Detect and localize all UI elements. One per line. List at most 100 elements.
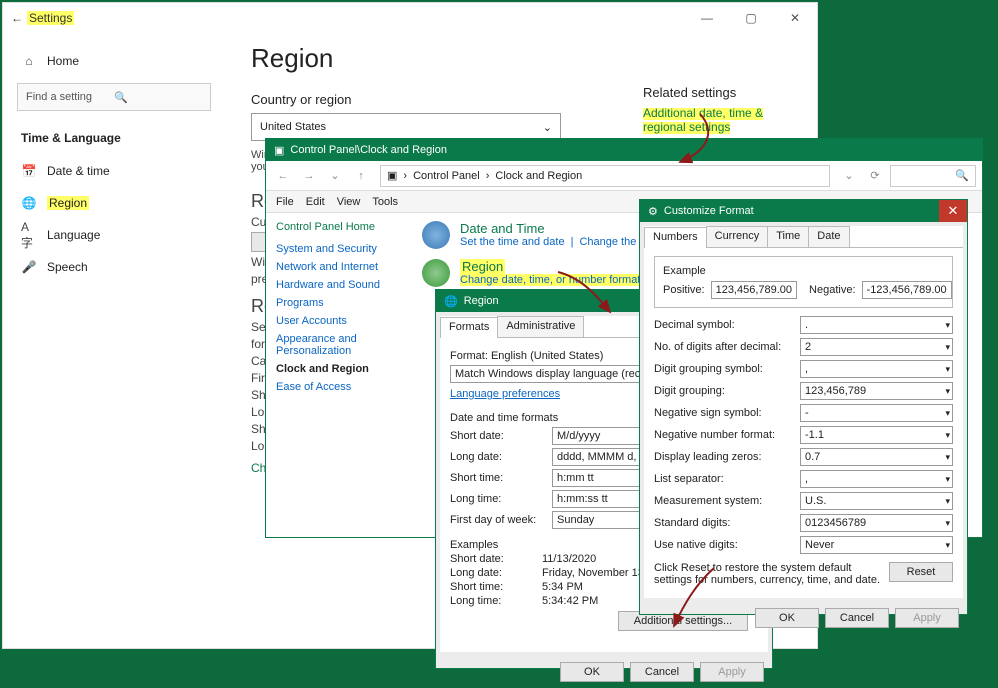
region-cancel-button[interactable]: Cancel [630, 662, 694, 682]
folder-icon: ▣ [274, 144, 284, 157]
gear-icon: ⚙ [648, 205, 658, 218]
cp-title-text: Control Panel\Clock and Region [290, 144, 447, 156]
fmt-ok-button[interactable]: OK [755, 608, 819, 628]
tab-formats[interactable]: Formats [440, 317, 498, 338]
clock-icon [422, 221, 450, 249]
chevron-down-icon: ⌄ [543, 121, 552, 134]
calendar-icon: 📅 [21, 163, 37, 179]
back-button[interactable]: ← [272, 165, 294, 187]
measurement-select[interactable]: U.S.▾ [800, 492, 953, 510]
up-button[interactable]: ↑ [350, 165, 372, 187]
menu-edit[interactable]: Edit [306, 196, 325, 208]
nav-label: Speech [47, 260, 88, 274]
cp-search[interactable]: 🔍 [890, 165, 976, 187]
search-icon: 🔍 [114, 91, 202, 104]
standard-digits-select[interactable]: 0123456789▾ [800, 514, 953, 532]
nav-label: Language [47, 228, 100, 242]
fmt-tabs: Numbers Currency Time Date [644, 226, 963, 248]
lang-pref-link[interactable]: Language preferences [450, 388, 560, 400]
dropdown-chevron[interactable]: ⌄ [838, 165, 860, 187]
section-head: Time & Language [17, 125, 211, 155]
forward-button[interactable]: → [298, 165, 320, 187]
globe-icon: 🌐 [444, 295, 458, 308]
cp-link-net[interactable]: Network and Internet [276, 261, 406, 273]
cp-link-ease[interactable]: Ease of Access [276, 381, 406, 393]
example-box: Example Positive:123,456,789.00 Negative… [654, 256, 953, 308]
rg-title[interactable]: Region [460, 259, 646, 274]
crumb-root[interactable]: Control Panel [413, 170, 480, 182]
page-title: Region [251, 43, 787, 74]
grouping-symbol-select[interactable]: ,▾ [800, 360, 953, 378]
rg-sub-a[interactable]: Change date, time, or number formats [460, 274, 646, 286]
region-dlg-title: Region [464, 295, 499, 307]
cp-link-prog[interactable]: Programs [276, 297, 406, 309]
close-button[interactable]: ✕ [773, 3, 817, 33]
menu-file[interactable]: File [276, 196, 294, 208]
country-value: United States [260, 121, 326, 133]
address-bar[interactable]: ▣ › Control Panel › Clock and Region [380, 165, 830, 187]
mic-icon: 🎤 [21, 259, 37, 275]
nav-label: Date & time [47, 164, 110, 178]
nav-language[interactable]: A字Language [17, 219, 211, 251]
nav-date-time[interactable]: 📅 Date & time [17, 155, 211, 187]
fmt-close-button[interactable]: ✕ [939, 200, 967, 222]
refresh-button[interactable]: ⟳ [864, 165, 886, 187]
settings-titlebar: ← Settings — ▢ ✕ [3, 3, 817, 33]
cp-link-hw[interactable]: Hardware and Sound [276, 279, 406, 291]
native-digits-select[interactable]: Never▾ [800, 536, 953, 554]
reset-text: Click Reset to restore the system defaul… [654, 562, 881, 586]
cp-link-clk[interactable]: Clock and Region [276, 363, 406, 375]
cp-home[interactable]: Control Panel Home [276, 221, 406, 233]
cp-link-usr[interactable]: User Accounts [276, 315, 406, 327]
fmt-title: Customize Format [664, 205, 754, 217]
menu-tools[interactable]: Tools [372, 196, 398, 208]
home-icon: ⌂ [21, 53, 37, 69]
digit-grouping-select[interactable]: 123,456,789▾ [800, 382, 953, 400]
crumb-leaf[interactable]: Clock and Region [495, 170, 582, 182]
settings-title: Settings [27, 11, 74, 25]
country-dropdown[interactable]: United States ⌄ [251, 113, 561, 141]
negative-format-select[interactable]: -1.1▾ [800, 426, 953, 444]
cp-addressbar-row: ← → ⌄ ↑ ▣ › Control Panel › Clock and Re… [266, 161, 982, 191]
fmt-apply-button[interactable]: Apply [895, 608, 959, 628]
home-item[interactable]: ⌂ Home [17, 45, 211, 77]
tab-date[interactable]: Date [808, 226, 849, 247]
reset-button[interactable]: Reset [889, 562, 953, 582]
fmt-cancel-button[interactable]: Cancel [825, 608, 889, 628]
list-separator-select[interactable]: ,▾ [800, 470, 953, 488]
history-chevron[interactable]: ⌄ [324, 165, 346, 187]
home-label: Home [47, 54, 79, 68]
menu-view[interactable]: View [337, 196, 361, 208]
back-icon[interactable]: ← [11, 11, 23, 25]
related-link[interactable]: Additional date, time & regional setting… [643, 108, 763, 134]
nav-region[interactable]: 🌐Region [17, 187, 211, 219]
tab-time[interactable]: Time [767, 226, 809, 247]
cp-titlebar: ▣ Control Panel\Clock and Region [266, 139, 982, 161]
digits-after-decimal-select[interactable]: 2▾ [800, 338, 953, 356]
search-input[interactable]: Find a setting 🔍 [17, 83, 211, 111]
example-head: Example [663, 265, 944, 277]
decimal-symbol-select[interactable]: .▾ [800, 316, 953, 334]
region-icon [422, 259, 450, 287]
cp-left: Control Panel Home System and Security N… [266, 213, 416, 407]
region-apply-button[interactable]: Apply [700, 662, 764, 682]
maximize-button[interactable]: ▢ [729, 3, 773, 33]
tab-currency[interactable]: Currency [706, 226, 769, 247]
region-ok-button[interactable]: OK [560, 662, 624, 682]
related-settings: Related settings Additional date, time &… [643, 79, 803, 134]
minimize-button[interactable]: — [685, 3, 729, 33]
search-placeholder: Find a setting [26, 91, 114, 103]
pos-value: 123,456,789.00 [711, 281, 797, 299]
nav-label: Region [47, 196, 89, 210]
related-h: Related settings [643, 85, 803, 100]
customize-format-dialog: ⚙ Customize Format ✕ Numbers Currency Ti… [639, 199, 968, 615]
tab-admin[interactable]: Administrative [497, 316, 584, 337]
tab-numbers[interactable]: Numbers [644, 227, 707, 248]
negative-sign-select[interactable]: -▾ [800, 404, 953, 422]
cp-icon: ▣ [387, 169, 397, 182]
nav-speech[interactable]: 🎤 Speech [17, 251, 211, 283]
cp-link-sys[interactable]: System and Security [276, 243, 406, 255]
dt-sub-a[interactable]: Set the time and date [460, 236, 565, 248]
cp-link-app[interactable]: Appearance and Personalization [276, 333, 406, 357]
leading-zeros-select[interactable]: 0.7▾ [800, 448, 953, 466]
